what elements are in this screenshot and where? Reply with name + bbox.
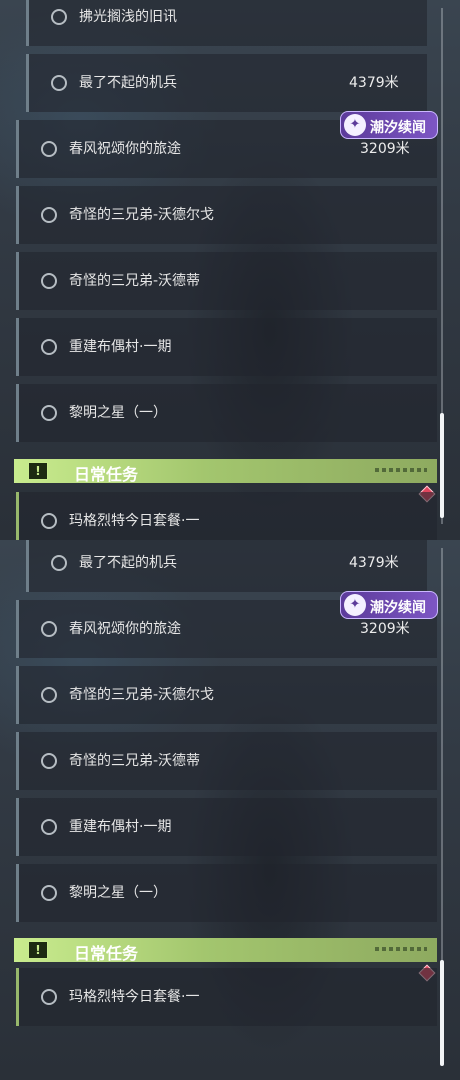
quest-row[interactable]: 拂光搁浅的旧讯 (26, 0, 427, 46)
badge-label: 潮汐续闻 (370, 600, 426, 616)
scrollbar-thumb[interactable] (440, 960, 444, 1066)
quest-status-ring-icon (41, 753, 57, 769)
quest-distance: 3209米 (360, 621, 410, 637)
scrollbar-thumb[interactable] (440, 413, 444, 518)
quest-status-ring-icon (41, 513, 57, 529)
daily-quest-row[interactable]: 玛格烈特今日套餐·一 (16, 492, 437, 540)
quest-row[interactable]: 重建布偶村·一期 (16, 798, 437, 856)
quest-row[interactable]: 黎明之星（一） (16, 384, 437, 442)
quest-title: 奇怪的三兄弟-沃德尔戈 (69, 687, 215, 703)
quest-status-ring-icon (51, 555, 67, 571)
quest-distance: 4379米 (349, 555, 399, 571)
daily-quest-row[interactable]: 玛格烈特今日套餐·一 (16, 968, 437, 1026)
quest-status-ring-icon (41, 885, 57, 901)
exclamation-icon: ! (28, 941, 48, 959)
wave-emblem-icon: ✦ (344, 594, 366, 616)
daily-quests-header[interactable]: ! 日常任务 (14, 938, 437, 963)
quest-title: 黎明之星（一） (69, 885, 167, 901)
quest-title: 奇怪的三兄弟-沃德蒂 (69, 753, 201, 769)
wave-emblem-icon: ✦ (344, 114, 366, 136)
header-decoration (375, 468, 427, 472)
daily-quests-title: 日常任务 (74, 465, 139, 484)
quest-list: 最了不起的机兵 4379米 春风祝颂你的旅途 3209米 奇怪的三兄弟-沃德尔戈… (0, 540, 460, 1080)
quest-status-ring-icon (41, 989, 57, 1005)
quest-row[interactable]: 奇怪的三兄弟-沃德尔戈 (16, 666, 437, 724)
quest-row[interactable]: 黎明之星（一） (16, 864, 437, 922)
header-decoration (375, 947, 427, 951)
quest-status-ring-icon (41, 819, 57, 835)
quest-list: 拂光搁浅的旧讯 最了不起的机兵 4379米 春风祝颂你的旅途 3209米 奇怪的… (0, 0, 460, 540)
quest-title: 玛格烈特今日套餐·一 (69, 513, 200, 529)
quest-title: 重建布偶村·一期 (69, 819, 172, 835)
quest-row[interactable]: 奇怪的三兄弟-沃德蒂 (16, 252, 437, 310)
daily-quests-header[interactable]: ! 日常任务 (14, 459, 437, 484)
quest-row[interactable]: 奇怪的三兄弟-沃德尔戈 (16, 186, 437, 244)
quest-title: 重建布偶村·一期 (69, 339, 172, 355)
quest-status-ring-icon (41, 141, 57, 157)
quest-status-ring-icon (51, 75, 67, 91)
quest-title: 最了不起的机兵 (79, 555, 177, 571)
quest-title: 奇怪的三兄弟-沃德蒂 (69, 273, 201, 289)
badge-label: 潮汐续闻 (370, 120, 426, 136)
quest-panel-top: 拂光搁浅的旧讯 最了不起的机兵 4379米 春风祝颂你的旅途 3209米 奇怪的… (0, 0, 460, 540)
quest-status-ring-icon (41, 621, 57, 637)
quest-status-ring-icon (41, 207, 57, 223)
quest-row[interactable]: 重建布偶村·一期 (16, 318, 437, 376)
quest-row[interactable]: 最了不起的机兵 4379米 (26, 54, 427, 112)
quest-title: 春风祝颂你的旅途 (69, 621, 181, 637)
quest-row[interactable]: 奇怪的三兄弟-沃德蒂 (16, 732, 437, 790)
daily-quests-title: 日常任务 (74, 944, 139, 963)
quest-title: 玛格烈特今日套餐·一 (69, 989, 200, 1005)
quest-row[interactable]: 最了不起的机兵 4379米 (26, 540, 427, 592)
quest-panel-bottom: 最了不起的机兵 4379米 春风祝颂你的旅途 3209米 奇怪的三兄弟-沃德尔戈… (0, 540, 460, 1080)
exclamation-icon: ! (28, 462, 48, 480)
quest-title: 春风祝颂你的旅途 (69, 141, 181, 157)
quest-title: 最了不起的机兵 (79, 75, 177, 91)
quest-status-ring-icon (41, 687, 57, 703)
quest-title: 拂光搁浅的旧讯 (79, 9, 177, 25)
quest-distance: 3209米 (360, 141, 410, 157)
quest-status-ring-icon (51, 9, 67, 25)
quest-distance: 4379米 (349, 75, 399, 91)
quest-title: 黎明之星（一） (69, 405, 167, 421)
quest-title: 奇怪的三兄弟-沃德尔戈 (69, 207, 215, 223)
quest-category-badge: ✦ 潮汐续闻 (340, 111, 438, 139)
quest-status-ring-icon (41, 405, 57, 421)
quest-status-ring-icon (41, 273, 57, 289)
quest-status-ring-icon (41, 339, 57, 355)
quest-category-badge: ✦ 潮汐续闻 (340, 591, 438, 619)
